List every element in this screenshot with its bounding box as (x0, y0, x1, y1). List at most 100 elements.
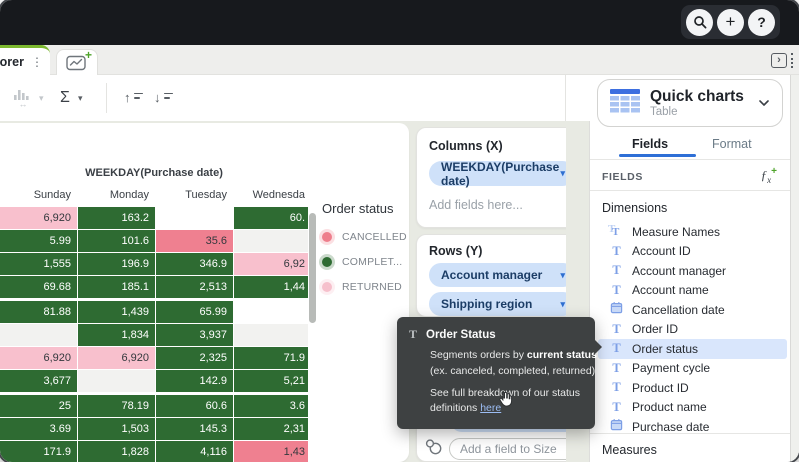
heatmap-cell[interactable]: 60.6 (156, 395, 233, 417)
heatmap-cell[interactable]: 2,31 (234, 418, 308, 440)
field-item-purchase-date[interactable]: Purchase date (598, 417, 787, 433)
chart-type-caret[interactable]: ▾ (39, 75, 44, 121)
heatmap-cell[interactable]: 1,555 (0, 253, 77, 275)
heatmap-cell[interactable]: 1,834 (78, 324, 155, 346)
rows-field-pill[interactable]: Shipping region▾ (429, 292, 575, 316)
chart-type-picker[interactable]: Quick charts Table (597, 79, 783, 127)
heatmap-cell[interactable]: 3.69 (0, 418, 77, 440)
heatmap-cell[interactable] (156, 207, 233, 229)
measures-label: Measures (602, 443, 657, 457)
field-item-payment-cycle[interactable]: TPayment cycle (598, 359, 787, 379)
text-type-icon: T (610, 322, 623, 337)
heatmap-cell[interactable]: 3.6 (234, 395, 308, 417)
tab-fields[interactable]: Fields (632, 137, 668, 151)
heatmap-cell[interactable] (234, 230, 308, 252)
field-item-order-status[interactable]: TOrder status (598, 339, 787, 359)
calendar-icon (610, 418, 623, 433)
heatmap-cell[interactable]: 81.88 (0, 301, 77, 323)
legend-item-label: COMPLET... (342, 256, 402, 268)
heatmap-cell[interactable]: 4,116 (156, 441, 233, 462)
pill-caret-icon[interactable]: ▾ (560, 168, 565, 179)
heatmap-cell[interactable]: 196.9 (78, 253, 155, 275)
chart-canvas-card: WEEKDAY(Purchase date) SundayMondayTuesd… (0, 123, 409, 462)
heatmap-cell[interactable]: 25 (0, 395, 77, 417)
heatmap-cell[interactable]: 65.99 (156, 301, 233, 323)
add-button[interactable]: + (717, 9, 744, 36)
heatmap-cell[interactable] (234, 301, 308, 323)
heatmap-cell[interactable]: 6,920 (0, 347, 77, 369)
add-formula-icon[interactable]: ƒx+ (761, 166, 777, 185)
heatmap-cell[interactable]: 60. (234, 207, 308, 229)
heatmap-cell[interactable]: 1,503 (78, 418, 155, 440)
tab-explorer[interactable]: lorer ⋮ (0, 45, 50, 75)
field-item-cancellation-date[interactable]: Cancellation date (598, 300, 787, 320)
double-arrow-icon: ↔ (19, 101, 28, 107)
heatmap-cell[interactable]: 1,43 (234, 441, 308, 462)
field-item-product-name[interactable]: TProduct name (598, 398, 787, 418)
new-chart-tab[interactable]: + (56, 49, 98, 76)
sort-descending-button[interactable]: ↓ (154, 75, 173, 121)
aggregate-caret[interactable]: ▾ (78, 75, 83, 121)
search-button[interactable] (686, 9, 713, 36)
heatmap-cell[interactable]: 6,92 (234, 253, 308, 275)
size-field-input[interactable]: Add a field to Size (449, 438, 579, 460)
vertical-scrollbar[interactable] (309, 213, 316, 323)
heatmap-cell[interactable]: 78.19 (78, 395, 155, 417)
rows-field-pill[interactable]: Account manager▾ (429, 263, 575, 287)
legend-items: CANCELLED COMPLET... RETURNED (322, 224, 408, 299)
heatmap-cell[interactable]: 71.9 (234, 347, 308, 369)
columns-add-field-placeholder[interactable]: Add fields here... (429, 198, 575, 212)
size-mark-icon (425, 438, 442, 460)
field-item-account-name[interactable]: TAccount name (598, 281, 787, 301)
heatmap-cell[interactable]: 3,937 (156, 324, 233, 346)
field-item-account-manager[interactable]: TAccount manager (598, 261, 787, 281)
field-item-label: Product name (632, 400, 707, 414)
heatmap-cell[interactable]: 185.1 (78, 276, 155, 298)
legend-item[interactable]: CANCELLED (322, 224, 408, 249)
heatmap-cell[interactable]: 145.3 (156, 418, 233, 440)
hand-cursor-icon (498, 390, 513, 412)
columns-field-pill[interactable]: WEEKDAY(Purchase date) ▾ (429, 161, 575, 186)
help-button[interactable]: ? (748, 9, 775, 36)
heatmap-cell[interactable]: 142.9 (156, 370, 233, 392)
heatmap-cell[interactable] (234, 324, 308, 346)
heatmap-cell[interactable]: 171.9 (0, 441, 77, 462)
heatmap-cell[interactable]: 6,920 (0, 207, 77, 229)
field-item-order-id[interactable]: TOrder ID (598, 320, 787, 340)
heatmap-cell[interactable] (0, 324, 77, 346)
legend-item[interactable]: RETURNED (322, 274, 408, 299)
text-type-icon: T (409, 327, 417, 342)
chart-type-button[interactable]: ↔ (13, 75, 33, 121)
pill-caret-icon[interactable]: ▾ (560, 299, 565, 310)
aggregate-button[interactable]: Σ (60, 75, 70, 121)
collapse-panel-button[interactable]: › (771, 53, 793, 68)
legend-item[interactable]: COMPLET... (322, 249, 408, 274)
heatmap-cell[interactable]: 5,21 (234, 370, 308, 392)
heatmap-cell[interactable] (78, 370, 155, 392)
heatmap-cell[interactable]: 2,513 (156, 276, 233, 298)
heatmap-cell[interactable]: 2,325 (156, 347, 233, 369)
heatmap-cell[interactable]: 1,439 (78, 301, 155, 323)
kebab-menu-icon[interactable]: ⋮ (31, 56, 43, 68)
dimensions-label: Dimensions (602, 201, 667, 215)
heatmap-cell[interactable]: 69.68 (0, 276, 77, 298)
heatmap-cell[interactable]: 3,677 (0, 370, 77, 392)
heatmap-cell[interactable]: 101.6 (78, 230, 155, 252)
field-item-product-id[interactable]: TProduct ID (598, 378, 787, 398)
field-item-measure-names[interactable]: TTMeasure Names (598, 222, 787, 242)
heatmap-cell[interactable]: 5.99 (0, 230, 77, 252)
pill-caret-icon[interactable]: ▾ (560, 270, 565, 281)
heatmap-cell[interactable]: 346.9 (156, 253, 233, 275)
rows-shelf-label: Rows (Y) (429, 244, 575, 258)
field-item-account-id[interactable]: TAccount ID (598, 242, 787, 262)
heatmap-cell[interactable]: 1,828 (78, 441, 155, 462)
tab-format[interactable]: Format (712, 137, 752, 151)
chevron-down-icon[interactable] (758, 94, 770, 112)
heatmap-cell[interactable]: 6,920 (78, 347, 155, 369)
legend: Order status CANCELLEDCOMPLET...RETURNED (322, 201, 408, 299)
heatmap-row: 81.881,43965.99 (0, 301, 308, 323)
sort-ascending-button[interactable]: ↑ (124, 75, 143, 121)
heatmap-cell[interactable]: 163.2 (78, 207, 155, 229)
heatmap-cell[interactable]: 35.6 (156, 230, 233, 252)
heatmap-cell[interactable]: 1,44 (234, 276, 308, 298)
